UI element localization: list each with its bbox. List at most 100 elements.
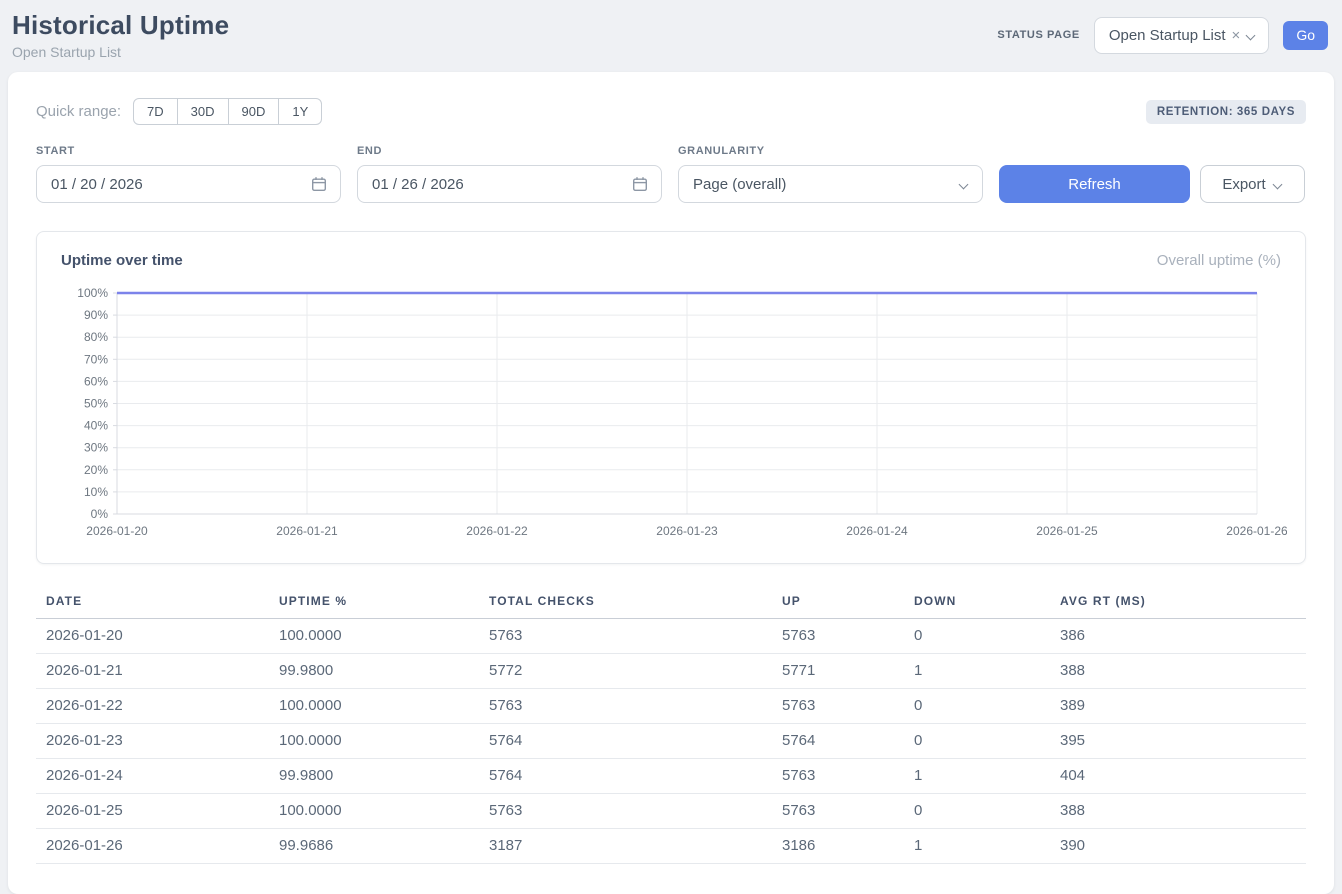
table-cell: 388 — [1060, 654, 1306, 689]
table-cell: 2026-01-25 — [36, 794, 279, 829]
column-header: AVG RT (MS) — [1060, 588, 1306, 619]
table-cell: 99.9800 — [279, 654, 489, 689]
table-cell: 5763 — [489, 689, 782, 724]
table-cell: 0 — [914, 794, 1060, 829]
table-cell: 5764 — [489, 724, 782, 759]
filter-row: START 01 / 20 / 2026 END 01 / 26 / 2026 — [36, 145, 1306, 203]
table-cell: 2026-01-24 — [36, 759, 279, 794]
column-header: UPTIME % — [279, 588, 489, 619]
table-row: 2026-01-2199.9800577257711388 — [36, 654, 1306, 689]
calendar-icon[interactable] — [311, 176, 327, 192]
granularity-selected-value: Page (overall) — [693, 176, 786, 193]
chevron-down-icon — [1273, 181, 1283, 188]
start-date-value: 01 / 20 / 2026 — [51, 176, 143, 193]
table-cell: 5763 — [782, 689, 914, 724]
table-cell: 386 — [1060, 619, 1306, 654]
table-cell: 100.0000 — [279, 689, 489, 724]
table-cell: 1 — [914, 654, 1060, 689]
status-page-select[interactable]: Open Startup List × — [1094, 17, 1270, 54]
table-cell: 3187 — [489, 829, 782, 864]
svg-text:40%: 40% — [84, 419, 108, 433]
svg-text:2026-01-20: 2026-01-20 — [86, 524, 148, 538]
svg-text:2026-01-25: 2026-01-25 — [1036, 524, 1098, 538]
column-header: UP — [782, 588, 914, 619]
table-cell: 5763 — [489, 619, 782, 654]
table-cell: 3186 — [782, 829, 914, 864]
svg-text:2026-01-21: 2026-01-21 — [276, 524, 338, 538]
go-button[interactable]: Go — [1283, 21, 1328, 50]
refresh-button[interactable]: Refresh — [999, 165, 1190, 203]
granularity-label: GRANULARITY — [678, 145, 983, 157]
table-cell: 5763 — [782, 619, 914, 654]
table-row: 2026-01-22100.0000576357630389 — [36, 689, 1306, 724]
svg-text:90%: 90% — [84, 308, 108, 322]
uptime-table: DATEUPTIME %TOTAL CHECKSUPDOWNAVG RT (MS… — [36, 588, 1306, 864]
table-row: 2026-01-20100.0000576357630386 — [36, 619, 1306, 654]
table-cell: 2026-01-22 — [36, 689, 279, 724]
quick-range-label: Quick range: — [36, 103, 121, 120]
chevron-down-icon — [959, 181, 969, 188]
table-cell: 388 — [1060, 794, 1306, 829]
table-cell: 100.0000 — [279, 724, 489, 759]
svg-text:20%: 20% — [84, 463, 108, 477]
table-row: 2026-01-2499.9800576457631404 — [36, 759, 1306, 794]
table-row: 2026-01-23100.0000576457640395 — [36, 724, 1306, 759]
uptime-chart-card: Uptime over time Overall uptime (%) 0%10… — [36, 231, 1306, 564]
chevron-down-icon — [1246, 32, 1256, 39]
chart-title: Uptime over time — [61, 252, 183, 269]
table-row: 2026-01-2699.9686318731861390 — [36, 829, 1306, 864]
svg-text:100%: 100% — [77, 286, 108, 300]
table-cell: 2026-01-21 — [36, 654, 279, 689]
table-cell: 99.9800 — [279, 759, 489, 794]
table-cell: 100.0000 — [279, 794, 489, 829]
title-block: Historical Uptime Open Startup List — [12, 10, 229, 60]
start-date-field-group: START 01 / 20 / 2026 — [36, 145, 341, 203]
clear-selection-icon[interactable]: × — [1232, 27, 1241, 44]
table-cell: 5771 — [782, 654, 914, 689]
svg-text:2026-01-22: 2026-01-22 — [466, 524, 528, 538]
page-subtitle: Open Startup List — [12, 44, 229, 60]
svg-text:50%: 50% — [84, 397, 108, 411]
table-cell: 0 — [914, 689, 1060, 724]
end-label: END — [357, 145, 662, 157]
export-button[interactable]: Export — [1200, 165, 1305, 203]
start-date-input[interactable]: 01 / 20 / 2026 — [36, 165, 341, 203]
quick-range-7d-button[interactable]: 7D — [133, 98, 178, 125]
main-panel: Quick range: 7D30D90D1Y RETENTION: 365 D… — [8, 72, 1334, 894]
table-cell: 100.0000 — [279, 619, 489, 654]
status-page-group: STATUS PAGE Open Startup List × Go — [997, 17, 1328, 54]
svg-text:60%: 60% — [84, 374, 108, 388]
column-header: DOWN — [914, 588, 1060, 619]
page-title: Historical Uptime — [12, 10, 229, 41]
status-page-selected-value: Open Startup List — [1109, 27, 1226, 44]
granularity-select[interactable]: Page (overall) — [678, 165, 983, 203]
table-cell: 5763 — [489, 794, 782, 829]
quick-range-group: 7D30D90D1Y — [133, 98, 322, 125]
quick-range-30d-button[interactable]: 30D — [177, 98, 229, 125]
calendar-icon[interactable] — [632, 176, 648, 192]
column-header: DATE — [36, 588, 279, 619]
column-header: TOTAL CHECKS — [489, 588, 782, 619]
uptime-line-chart: 0%10%20%30%40%50%60%70%80%90%100%2026-01… — [59, 283, 1283, 553]
quick-range-1y-button[interactable]: 1Y — [278, 98, 322, 125]
end-date-input[interactable]: 01 / 26 / 2026 — [357, 165, 662, 203]
svg-text:10%: 10% — [84, 485, 108, 499]
svg-text:2026-01-23: 2026-01-23 — [656, 524, 718, 538]
table-cell: 2026-01-23 — [36, 724, 279, 759]
start-label: START — [36, 145, 341, 157]
granularity-field-group: GRANULARITY Page (overall) — [678, 145, 983, 203]
table-cell: 0 — [914, 619, 1060, 654]
table-cell: 390 — [1060, 829, 1306, 864]
table-cell: 2026-01-26 — [36, 829, 279, 864]
table-cell: 404 — [1060, 759, 1306, 794]
top-bar: Historical Uptime Open Startup List STAT… — [0, 0, 1342, 70]
quick-range-90d-button[interactable]: 90D — [228, 98, 280, 125]
table-cell: 2026-01-20 — [36, 619, 279, 654]
svg-text:30%: 30% — [84, 441, 108, 455]
svg-text:0%: 0% — [91, 507, 109, 521]
table-row: 2026-01-25100.0000576357630388 — [36, 794, 1306, 829]
svg-text:2026-01-26: 2026-01-26 — [1226, 524, 1287, 538]
export-button-label: Export — [1222, 176, 1265, 193]
svg-text:2026-01-24: 2026-01-24 — [846, 524, 908, 538]
end-date-value: 01 / 26 / 2026 — [372, 176, 464, 193]
